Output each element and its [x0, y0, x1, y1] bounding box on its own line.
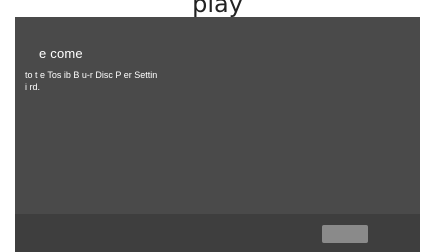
welcome-description: to t e Tos ib B u-r Disc P er Settin i r…	[25, 70, 158, 92]
wizard-window: e come to t e Tos ib B u-r Disc P er Set…	[15, 17, 420, 252]
next-button[interactable]	[322, 225, 368, 243]
top-cropped-text: play	[192, 0, 243, 18]
wizard-content: e come to t e Tos ib B u-r Disc P er Set…	[15, 17, 420, 214]
welcome-title: e come	[39, 46, 83, 61]
page: play e come to t e Tos ib B u-r Disc P e…	[0, 0, 435, 252]
wizard-footer	[15, 214, 420, 252]
